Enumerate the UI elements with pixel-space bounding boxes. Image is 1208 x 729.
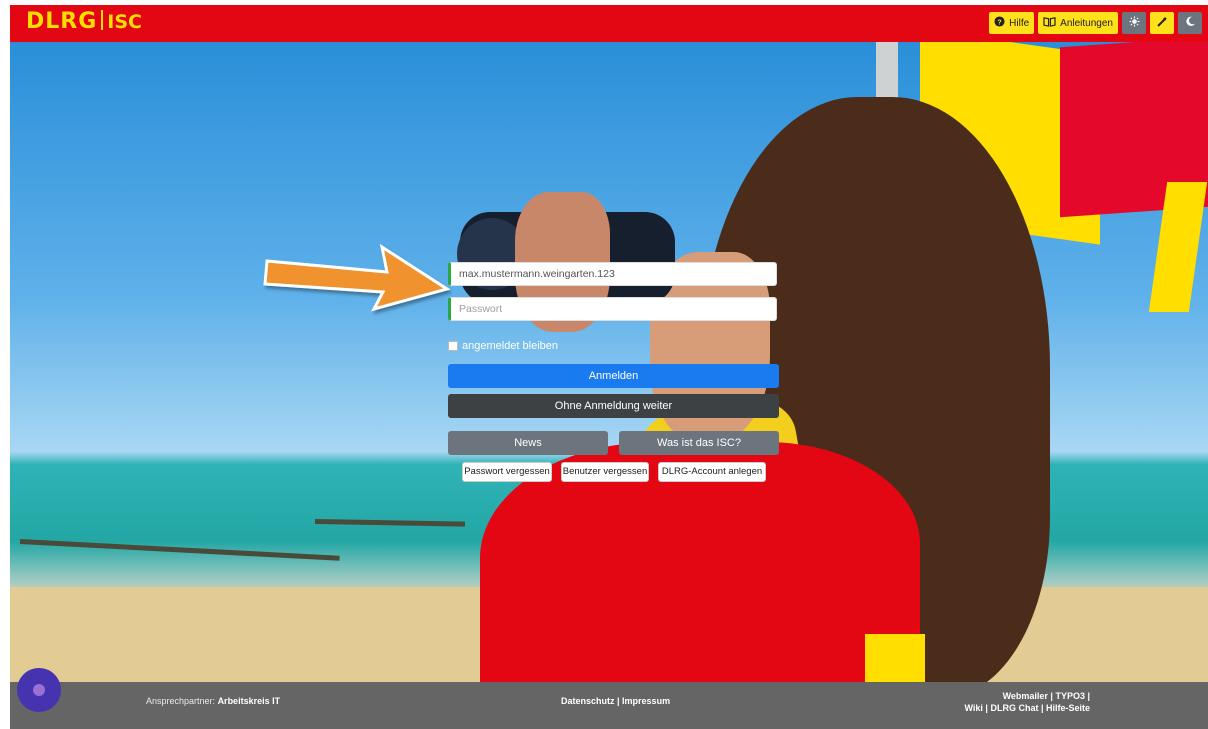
typo3-link[interactable]: TYPO3	[1055, 691, 1085, 701]
chat-icon	[33, 684, 45, 696]
sun-icon	[1128, 16, 1140, 30]
help-page-link[interactable]: Hilfe-Seite	[1046, 703, 1090, 713]
about-isc-button[interactable]: Was ist das ISC?	[619, 431, 779, 455]
footer-contact: Ansprechpartner: Arbeitskreis IT	[146, 696, 280, 706]
webmailer-link[interactable]: Webmailer	[1003, 691, 1048, 701]
remember-me-label: angemeldet bleiben	[462, 340, 559, 352]
username-field[interactable]: max.mustermann.weingarten.123	[448, 262, 777, 286]
privacy-link[interactable]: Datenschutz	[561, 696, 615, 706]
app-frame: DLRG ISC ? Hilfe Anleitungen max.musterm…	[10, 5, 1208, 729]
login-button[interactable]: Anmelden	[448, 364, 779, 388]
logo-text: DLRG	[26, 9, 98, 34]
news-button[interactable]: News	[448, 431, 608, 455]
create-account-button[interactable]: DLRG-Account anlegen	[658, 462, 766, 482]
guest-continue-button[interactable]: Ohne Anmeldung weiter	[448, 394, 779, 418]
guides-label: Anleitungen	[1060, 17, 1113, 29]
dlrg-chat-link[interactable]: DLRG Chat	[990, 703, 1038, 713]
theme-light-button[interactable]	[1122, 12, 1146, 34]
groyne	[19, 539, 340, 561]
book-open-icon	[1043, 16, 1056, 30]
theme-auto-button[interactable]	[1150, 12, 1174, 34]
theme-dark-button[interactable]	[1178, 12, 1202, 34]
shirt-logo	[865, 634, 925, 682]
background-photo	[10, 42, 1208, 682]
footer-service-links: Webmailer | TYPO3 | Wiki | DLRG Chat | H…	[964, 691, 1091, 713]
chat-launcher-button[interactable]	[17, 668, 61, 712]
forgot-username-button[interactable]: Benutzer vergessen	[561, 462, 649, 482]
top-navbar: DLRG ISC ? Hilfe Anleitungen	[10, 5, 1208, 42]
groyne	[314, 519, 466, 527]
logo-sub-text: ISC	[107, 11, 142, 33]
top-button-group: ? Hilfe Anleitungen	[989, 12, 1202, 34]
svg-text:?: ?	[997, 17, 1002, 26]
magic-wand-icon	[1156, 16, 1168, 31]
remember-me-checkbox[interactable]: angemeldet bleiben	[448, 340, 558, 352]
question-circle-icon: ?	[994, 16, 1005, 30]
logo-separator	[101, 10, 104, 30]
checkbox-box[interactable]	[448, 341, 458, 351]
guides-button[interactable]: Anleitungen	[1038, 12, 1118, 34]
dlrg-isc-logo[interactable]: DLRG ISC	[26, 9, 142, 34]
wiki-link[interactable]: Wiki	[965, 703, 983, 713]
footer-contact-link[interactable]: Arbeitskreis IT	[218, 696, 281, 706]
imprint-link[interactable]: Impressum	[622, 696, 670, 706]
moon-icon	[1185, 16, 1196, 30]
footer-legal-links: Datenschutz | Impressum	[561, 696, 671, 706]
footer-contact-prefix: Ansprechpartner:	[146, 696, 216, 706]
help-label: Hilfe	[1009, 17, 1030, 29]
forgot-password-button[interactable]: Passwort vergessen	[462, 462, 552, 482]
orange-arrow-annotation	[263, 243, 451, 312]
help-button[interactable]: ? Hilfe	[989, 12, 1035, 34]
password-field[interactable]: Passwort	[448, 297, 777, 321]
